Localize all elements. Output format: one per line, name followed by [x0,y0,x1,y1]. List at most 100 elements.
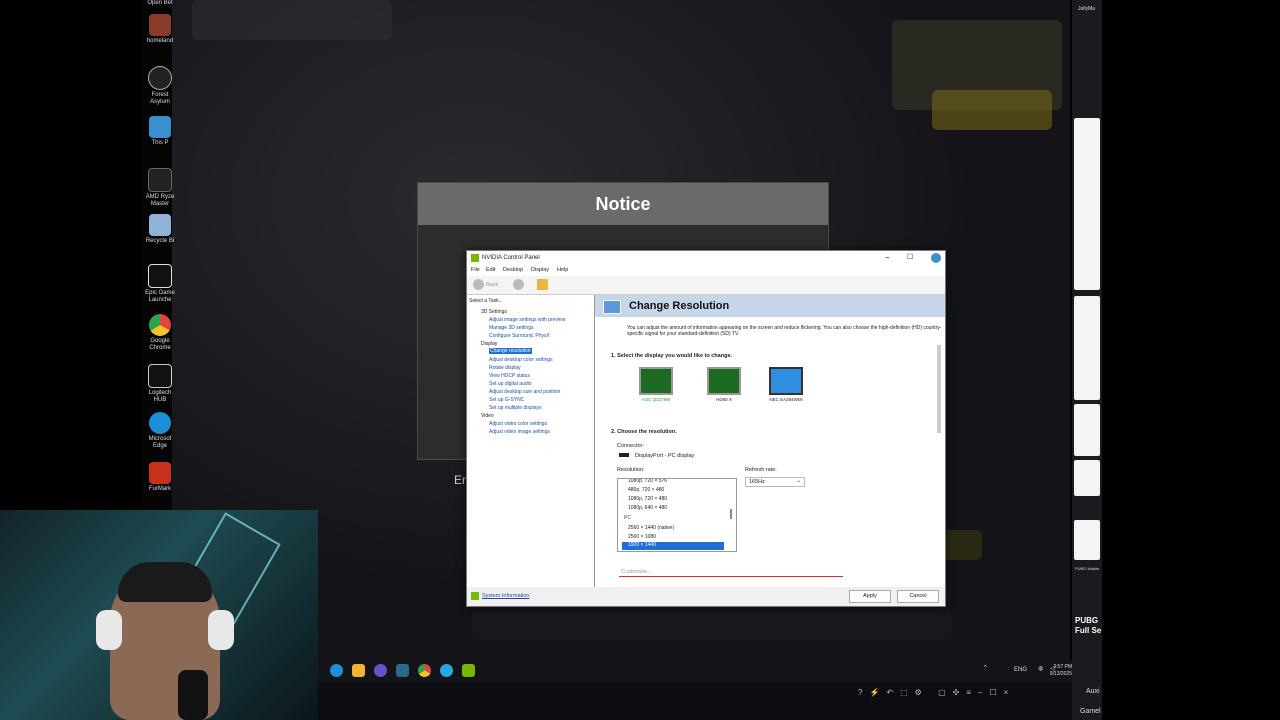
desktop-icon-epic[interactable]: Epic Game Launche [142,264,178,304]
panel-header: JollyMa [1078,6,1095,12]
desktop-icon-logitech[interactable]: Logitech HUB [142,364,178,404]
tree-3d-settings[interactable]: 3D Settings [481,309,507,315]
logitech-icon [148,364,172,388]
panel-card[interactable] [1074,460,1100,496]
tree-desktop-color[interactable]: Adjust desktop color settings [489,357,553,363]
desktop-icon-forest-asylum[interactable]: Forest Asylum [142,66,178,106]
desktop-icon-this-pc[interactable]: This P [142,116,178,147]
date-label: 9/13/2025 [1049,671,1072,677]
panel-card[interactable] [1074,404,1100,456]
refresh-label: Refresh rate: [745,467,777,473]
display-nec[interactable]: NEC EA294WMi [761,367,811,402]
tree-display[interactable]: Display [481,341,497,347]
desktop-icons: Open Bet homeland Forest Asylum This P A… [142,0,175,510]
nvidia-icon[interactable] [462,664,475,677]
xbox-icon[interactable] [396,664,409,677]
bottom-bar: System Information Apply Cancel [467,587,945,606]
content-scrollbar[interactable] [937,345,941,433]
right-side-panel: JollyMa PUBG Mobile PUBG Full Se [1072,0,1102,720]
recycle-bin-icon [149,214,171,236]
home-icon[interactable] [537,279,548,290]
list-item[interactable]: 1080p, 720 × 480 [628,496,667,502]
list-item[interactable]: 2560 × 1080 [628,534,656,540]
menu-file[interactable]: File [471,267,480,273]
menu-help[interactable]: Help [557,267,568,273]
scrollbar[interactable] [730,509,732,519]
desktop-icon-edge[interactable]: Microsof Edge [142,412,178,450]
tree-multiple-displays[interactable]: Set up multiple displays [489,405,542,411]
minimize-button[interactable]: – [885,253,889,262]
desktop-icon-recycle-bin[interactable]: Recycle Bi [142,214,178,245]
resolution-label: Resolution: [617,467,645,473]
tree-change-resolution[interactable]: Change resolution [489,348,532,354]
display-hd60x[interactable]: HD60 X [699,367,749,402]
desktop-icon-homeland[interactable]: homeland [142,14,178,45]
tree-hdcp[interactable]: View HDCP status [489,373,530,379]
edge-icon[interactable] [330,664,343,677]
pubg-big-label: PUBG Full Se [1075,616,1102,635]
clock[interactable]: 3:57 PM 9/13/2025 [1038,664,1072,678]
tree-rotate-display[interactable]: Rotate display [489,365,521,371]
tree-gsync[interactable]: Set up G-SYNC [489,397,524,403]
content-pane: Change Resolution You can adjust the amo… [595,295,945,587]
list-item[interactable]: 1080p, 640 × 480 [628,505,667,511]
menu-bar: File Edit Desktop Display Help [467,265,945,276]
window-title: NVIDIA Control Panel [482,255,540,261]
aux-label: Auxi [1086,688,1100,695]
menu-desktop[interactable]: Desktop [503,267,523,273]
apply-button[interactable]: Apply [849,590,891,603]
display-aoc[interactable]: AOC Q3279W [631,367,681,402]
panel-card[interactable] [1074,118,1100,290]
desktop-icon-amd[interactable]: AMD Ryze Master [142,168,178,208]
list-item-selected[interactable]: 1920 × 1440 [622,542,724,550]
menu-display[interactable]: Display [531,267,549,273]
list-item[interactable]: 480p, 720 × 480 [628,487,664,493]
display-icon [707,367,741,395]
desktop-icon-openbet[interactable]: Open Bet [142,0,178,7]
chrome-icon[interactable] [418,664,431,677]
tree-video-color[interactable]: Adjust video color settings [489,421,547,427]
desktop-icon-furmark[interactable]: FurMark [142,462,178,493]
page-title: Change Resolution [629,300,730,312]
tree-digital-audio[interactable]: Set up digital audio [489,381,532,387]
chevron-up-icon[interactable]: ^ [984,665,987,671]
tree-surround[interactable]: Configure Surround, PhysX [489,333,550,339]
discord-icon[interactable] [374,664,387,677]
resolution-list[interactable]: 1080p, 720 × 576 480p, 720 × 480 1080p, … [617,478,737,552]
desktop-icon-chrome[interactable]: Google Chrome [142,314,178,352]
nvidia-control-panel-window[interactable]: NVIDIA Control Panel – ☐ File Edit Deskt… [466,250,946,607]
tree-video-image[interactable]: Adjust video image settings [489,429,550,435]
taskbar: ^ ENG ◍ ◁ [318,660,1072,682]
list-item[interactable]: 2560 × 1440 (native) [628,525,674,531]
amd-icon [148,168,172,192]
back-label[interactable]: Back [486,282,498,288]
tray-clock-area: 3:57 PM 9/13/2025 ?⚡↶⬚⚙ ▢✣≡–☐× [318,664,1072,720]
forward-arrow-icon[interactable] [513,279,524,290]
tree-adjust-image[interactable]: Adjust image settings with preview [489,317,565,323]
cancel-button[interactable]: Cancel [897,590,939,603]
panel-card[interactable] [1074,520,1100,560]
back-arrow-icon[interactable] [473,279,484,290]
game-bar-controls[interactable]: ?⚡↶⬚⚙ ▢✣≡–☐× [858,688,1015,697]
menu-edit[interactable]: Edit [486,267,495,273]
panel-card[interactable] [1074,296,1100,400]
tree-desktop-size[interactable]: Adjust desktop size and position [489,389,560,395]
connector-value: DisplayPort - PC display [635,453,695,459]
close-icon[interactable] [931,253,941,263]
refresh-rate-select[interactable]: 165Hz ⌄ [745,477,805,487]
language-indicator[interactable]: ENG [1014,667,1027,673]
title-bar[interactable]: NVIDIA Control Panel – ☐ [467,251,945,265]
time-label: 3:57 PM [1053,664,1072,670]
system-information-link[interactable]: System Information [482,593,529,599]
connector-label: Connector: [617,443,644,449]
tree-video[interactable]: Video [481,413,494,419]
chevron-down-icon: ⌄ [796,478,801,484]
tree-manage-3d[interactable]: Manage 3D settings [489,325,533,331]
chrome-icon [149,314,171,336]
store-icon[interactable] [352,664,365,677]
webcam-overlay [0,510,318,720]
app-icon[interactable] [440,664,453,677]
customize-button[interactable]: Customize... [621,569,652,575]
maximize-button[interactable]: ☐ [907,253,913,261]
list-item[interactable]: 1080p, 720 × 576 [628,479,667,484]
